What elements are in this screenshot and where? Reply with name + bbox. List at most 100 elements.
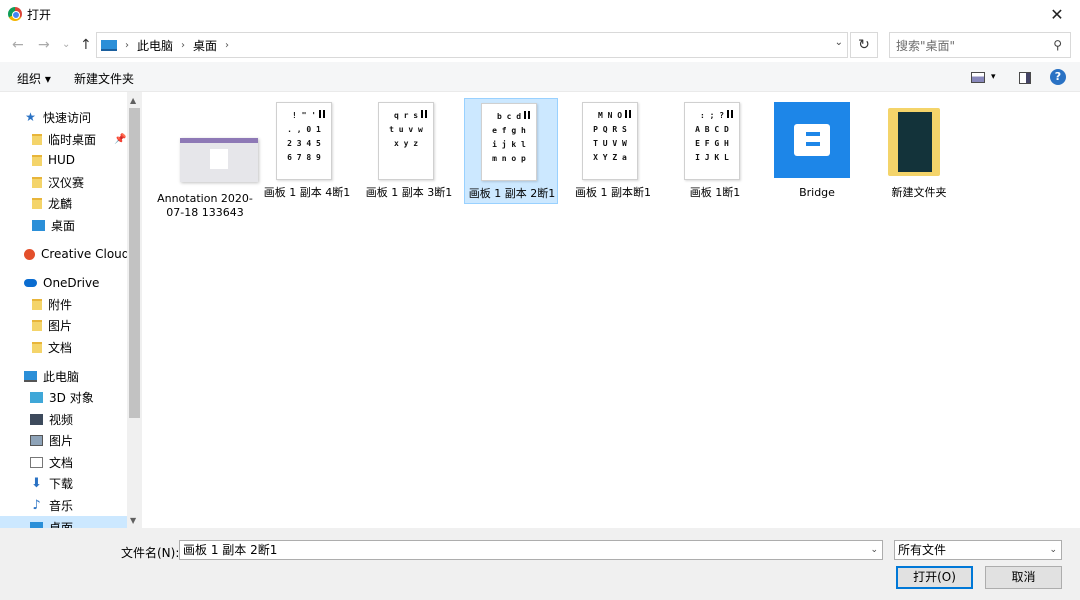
sidebar-item-label: 下载	[49, 476, 74, 491]
sidebar-item-label: 桌面	[51, 218, 76, 233]
file-tile-artboard-copy[interactable]: M N OP Q R ST U V WX Y Z a 画板 1 副本断1	[566, 98, 660, 204]
scroll-down-icon[interactable]: ▼	[130, 516, 136, 525]
file-tile-bridge[interactable]: Bridge	[770, 98, 864, 204]
breadcrumb-separator[interactable]: ›	[225, 40, 229, 51]
navigation-bar: ← → ⌄ ↑ › 此电脑 › 桌面 › ⌄ ↻ 搜索"桌面" ⚲	[0, 28, 1080, 62]
chevron-down-icon[interactable]: ⌄	[870, 541, 878, 559]
organize-menu[interactable]: 组织 ▾	[17, 70, 51, 87]
window-title: 打开	[27, 8, 52, 22]
filename-value: 画板 1 副本 2断1	[183, 543, 278, 557]
sidebar-item-label: HUD	[48, 153, 76, 167]
image-thumbnail: : ; ? A B C DE F G HI J K L	[684, 102, 740, 180]
open-button[interactable]: 打开(O)	[896, 566, 973, 589]
chevron-down-icon[interactable]: ⌄	[1049, 541, 1057, 559]
forward-arrow-icon[interactable]: →	[38, 37, 50, 53]
file-label: 画板 1 副本 4断1	[263, 186, 351, 199]
navigation-pane: ★ 快速访问 临时桌面 📌 HUD 汉仪赛 龙麟 桌面 Creative Clo…	[0, 92, 142, 528]
sidebar-item-creative-cloud[interactable]: Creative Cloud F	[0, 243, 127, 265]
sidebar-item-label: 3D 对象	[49, 390, 94, 405]
image-thumbnail: ! " ' . , 0 12 3 4 56 7 8 9	[276, 102, 332, 180]
sidebar-item-label: 音乐	[49, 498, 74, 513]
sidebar-item-attachments[interactable]: 附件	[0, 293, 127, 315]
preview-pane-icon[interactable]	[1019, 72, 1031, 84]
sidebar-item-desktop[interactable]: 桌面	[0, 214, 127, 236]
scroll-up-icon[interactable]: ▲	[130, 96, 136, 105]
breadcrumb-separator[interactable]: ›	[181, 40, 185, 51]
command-toolbar: 组织 ▾ 新建文件夹 ▾ ?	[0, 62, 1080, 92]
cancel-button[interactable]: 取消	[985, 566, 1062, 589]
sidebar-item-label: 文档	[49, 455, 74, 470]
sidebar-item-label: 视频	[49, 412, 74, 427]
sidebar-item-quick-access[interactable]: ★ 快速访问	[0, 106, 127, 128]
view-dropdown-icon[interactable]: ▾	[991, 72, 996, 82]
sidebar-item-label: 汉仪赛	[48, 175, 85, 190]
filetype-select[interactable]: 所有文件 ⌄	[894, 540, 1062, 560]
picture-icon	[30, 434, 43, 446]
scrollbar-thumb[interactable]	[129, 108, 140, 418]
file-label: Bridge	[799, 186, 835, 199]
sidebar-item-videos[interactable]: 视频	[0, 408, 127, 430]
search-placeholder: 搜索"桌面"	[896, 38, 956, 53]
qr-code-icon	[524, 111, 532, 119]
image-thumbnail: b c de f g hi j k lm n o p	[481, 103, 537, 181]
sidebar-item-documents[interactable]: 文档	[0, 451, 127, 473]
sidebar-item-hanyi[interactable]: 汉仪赛	[0, 171, 127, 193]
breadcrumb-separator[interactable]: ›	[125, 40, 129, 51]
this-pc-icon	[24, 370, 37, 382]
back-arrow-icon[interactable]: ←	[12, 37, 24, 53]
view-icon[interactable]	[971, 72, 985, 83]
sidebar-item-onedrive-documents[interactable]: 文档	[0, 336, 127, 358]
star-icon: ★	[25, 110, 36, 124]
screenshot-thumbnail	[180, 138, 258, 182]
creative-cloud-icon	[24, 248, 35, 260]
sidebar-item-temp-desktop[interactable]: 临时桌面	[0, 128, 127, 150]
file-tile-artboard-1[interactable]: : ; ? A B C DE F G HI J K L 画板 1断1	[668, 98, 762, 204]
search-icon[interactable]: ⚲	[1053, 38, 1062, 52]
new-folder-button[interactable]: 新建文件夹	[74, 70, 134, 87]
chevron-down-icon[interactable]: ⌄	[835, 37, 843, 48]
qr-code-icon	[727, 110, 735, 118]
file-label: 画板 1 副本 2断1	[468, 187, 556, 200]
sidebar-item-downloads[interactable]: ⬇ 下载	[0, 472, 127, 494]
folder-icon	[32, 197, 42, 209]
filetype-value: 所有文件	[898, 543, 947, 557]
file-tile-new-folder[interactable]: 新建文件夹	[872, 98, 966, 204]
file-tile-artboard-4[interactable]: ! " ' . , 0 12 3 4 56 7 8 9 画板 1 副本 4断1	[260, 98, 354, 204]
file-label: 新建文件夹	[891, 186, 947, 199]
file-tile-artboard-3[interactable]: q r st u v wx y z 画板 1 副本 3断1	[362, 98, 456, 204]
folder-icon	[32, 154, 42, 166]
file-label: 画板 1断1	[689, 186, 741, 199]
sidebar-item-onedrive[interactable]: OneDrive	[0, 272, 127, 294]
onedrive-cloud-icon	[24, 279, 37, 287]
help-icon[interactable]: ?	[1050, 69, 1066, 85]
folder-icon	[32, 298, 42, 310]
sidebar-item-hud[interactable]: HUD	[0, 149, 127, 171]
search-input[interactable]: 搜索"桌面" ⚲	[889, 32, 1071, 58]
sidebar-item-pictures[interactable]: 图片	[0, 429, 127, 451]
file-tile-artboard-2[interactable]: b c de f g hi j k lm n o p 画板 1 副本 2断1	[464, 98, 558, 204]
sidebar-item-label: 图片	[48, 318, 73, 333]
breadcrumb-this-pc[interactable]: 此电脑	[137, 37, 173, 54]
sidebar-item-3d-objects[interactable]: 3D 对象	[0, 386, 127, 408]
filename-input[interactable]: 画板 1 副本 2断1 ⌄	[179, 540, 883, 560]
cube-icon	[30, 391, 43, 403]
pin-icon[interactable]: 📌	[114, 134, 126, 145]
sidebar-item-music[interactable]: ♪ 音乐	[0, 494, 127, 516]
refresh-button[interactable]: ↻	[850, 32, 878, 58]
recent-locations-icon[interactable]: ⌄	[62, 39, 70, 50]
qr-code-icon	[319, 110, 327, 118]
sidebar-item-longlin[interactable]: 龙麟	[0, 192, 127, 214]
sidebar-item-label: 文档	[48, 340, 73, 355]
download-arrow-icon: ⬇	[31, 475, 42, 491]
filename-label: 文件名(N):	[121, 546, 180, 560]
close-button[interactable]: ✕	[1034, 0, 1080, 28]
sidebar-item-this-pc[interactable]: 此电脑	[0, 365, 127, 387]
up-arrow-icon[interactable]: ↑	[80, 37, 92, 53]
address-bar[interactable]: › 此电脑 › 桌面 › ⌄	[96, 32, 848, 58]
breadcrumb-desktop[interactable]: 桌面	[193, 37, 217, 54]
sidebar-item-label: 图片	[49, 433, 74, 448]
sidebar-item-onedrive-pictures[interactable]: 图片	[0, 314, 127, 336]
sidebar-item-pc-desktop[interactable]: 桌面	[0, 516, 127, 528]
sidebar-item-label: 此电脑	[43, 369, 80, 384]
file-tile-annotation[interactable]: Annotation 2020-07-18 133643	[157, 98, 258, 219]
